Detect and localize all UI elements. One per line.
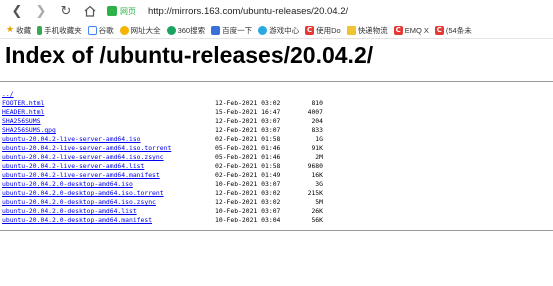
file-size: 833 bbox=[311, 126, 323, 134]
address-bar[interactable]: 网页 http://mirrors.163.com/ubuntu-release… bbox=[107, 3, 547, 19]
secure-icon bbox=[107, 6, 117, 16]
bookmark-360-search[interactable]: 360搜索 bbox=[166, 25, 205, 36]
file-link[interactable]: ubuntu-20.04.2.0-desktop-amd64.manifest bbox=[2, 216, 152, 225]
file-size: 2M bbox=[315, 153, 323, 161]
globe-icon bbox=[119, 25, 129, 35]
c-icon: C bbox=[434, 25, 444, 35]
reload-icon[interactable]: ↻ bbox=[57, 2, 75, 20]
bookmark-use-docs[interactable]: C 使用Do bbox=[305, 25, 341, 36]
parent-directory-link[interactable]: ../ bbox=[2, 90, 14, 99]
gamepad-icon bbox=[258, 25, 268, 35]
file-link[interactable]: FOOTER.html bbox=[2, 99, 44, 108]
file-link[interactable]: HEADER.html bbox=[2, 108, 44, 117]
search-icon bbox=[166, 25, 176, 35]
forward-icon[interactable]: ❯ bbox=[32, 2, 50, 20]
file-link[interactable]: ubuntu-20.04.2.0-desktop-amd64.iso bbox=[2, 180, 133, 189]
bottom-rule bbox=[0, 230, 553, 231]
file-link[interactable]: ubuntu-20.04.2.0-desktop-amd64.iso.zsync bbox=[2, 198, 156, 207]
bookmarks-bar: ★ 收藏 手机收藏夹 谷歌 网址大全 360搜索 百度一下 游戏中心 C 使用Do … bbox=[0, 22, 553, 38]
page-title: Index of /ubuntu-releases/20.04.2/ bbox=[5, 42, 374, 68]
file-link[interactable]: ubuntu-20.04.2-live-server-amd64.list bbox=[2, 162, 144, 171]
bookmark-google[interactable]: 谷歌 bbox=[87, 25, 114, 36]
baidu-icon bbox=[211, 25, 221, 35]
bookmark-unread[interactable]: C (54条未 bbox=[434, 25, 472, 36]
phone-icon bbox=[37, 25, 43, 35]
bookmark-emq-x[interactable]: C EMQ X bbox=[393, 25, 429, 35]
c-icon: C bbox=[305, 25, 315, 35]
file-size: 9680 bbox=[307, 162, 323, 170]
top-rule bbox=[0, 81, 553, 82]
security-label: 网页 bbox=[120, 6, 136, 16]
file-link[interactable]: SHA256SUMS.gpg bbox=[2, 126, 56, 135]
file-size: 5M bbox=[315, 198, 323, 206]
bookmark-game-center[interactable]: 游戏中心 bbox=[258, 25, 299, 36]
home-icon[interactable] bbox=[81, 2, 99, 20]
file-size: 204 bbox=[311, 117, 323, 125]
file-link[interactable]: SHA256SUMS bbox=[2, 117, 40, 126]
file-size: 1G bbox=[315, 135, 323, 143]
toolbar-divider bbox=[0, 38, 553, 39]
file-size: 4007 bbox=[307, 108, 323, 116]
bookmark-url-directory[interactable]: 网址大全 bbox=[119, 25, 161, 36]
bookmark-baidu[interactable]: 百度一下 bbox=[211, 25, 252, 36]
file-size: 215K bbox=[307, 189, 323, 197]
bookmark-express-logistics[interactable]: 快递物流 bbox=[346, 25, 388, 36]
bookmark-mobile[interactable]: 手机收藏夹 bbox=[37, 25, 82, 36]
file-link[interactable]: ubuntu-20.04.2.0-desktop-amd64.iso.torre… bbox=[2, 189, 164, 198]
back-icon[interactable]: ❮ bbox=[8, 2, 26, 20]
file-link[interactable]: ubuntu-20.04.2-live-server-amd64.iso bbox=[2, 135, 141, 144]
google-icon bbox=[87, 25, 97, 35]
file-size: 16K bbox=[311, 171, 323, 179]
file-size: 56K bbox=[311, 216, 323, 224]
file-size: 91K bbox=[311, 144, 323, 152]
bookmark-favorites[interactable]: ★ 收藏 bbox=[6, 25, 31, 36]
file-size: 3G bbox=[315, 180, 323, 188]
star-icon: ★ bbox=[6, 24, 15, 35]
file-link[interactable]: ubuntu-20.04.2-live-server-amd64.manifes… bbox=[2, 171, 160, 180]
file-link[interactable]: ubuntu-20.04.2.0-desktop-amd64.list bbox=[2, 207, 137, 216]
c-icon: C bbox=[393, 25, 403, 35]
file-size: 810 bbox=[311, 99, 323, 107]
url-text[interactable]: http://mirrors.163.com/ubuntu-releases/2… bbox=[148, 6, 348, 17]
browser-toolbar: ❮ ❯ ↻ 网页 http://mirrors.163.com/ubuntu-r… bbox=[0, 0, 553, 22]
file-size: 26K bbox=[311, 207, 323, 215]
file-link[interactable]: ubuntu-20.04.2-live-server-amd64.iso.zsy… bbox=[2, 153, 164, 162]
folder-icon bbox=[346, 25, 356, 35]
file-link[interactable]: ubuntu-20.04.2-live-server-amd64.iso.tor… bbox=[2, 144, 171, 153]
